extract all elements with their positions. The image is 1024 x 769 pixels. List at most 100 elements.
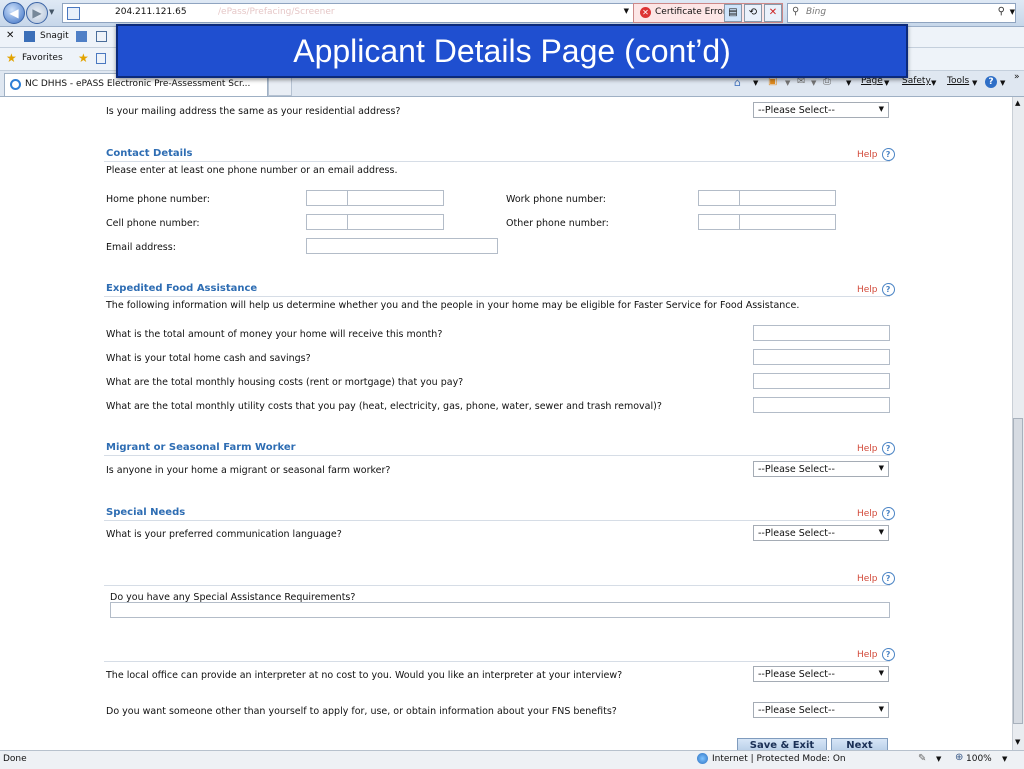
language-select[interactable]: --Please Select-- ▼ [753, 525, 889, 541]
history-dropdown-icon[interactable]: ▼ [49, 8, 54, 16]
fns-representative-question: Do you want someone other than yourself … [106, 706, 617, 717]
section-divider [104, 585, 890, 586]
section-divider [104, 161, 890, 162]
url-field[interactable]: 204.211.121.65 /ePass/Prefacing/Screener… [62, 3, 634, 23]
section-divider [104, 520, 890, 521]
interpreter-help-link[interactable]: Help? [857, 648, 895, 661]
scrollbar-thumb[interactable] [1013, 418, 1023, 724]
status-bar [0, 750, 1024, 769]
cell-phone-number-input[interactable] [347, 214, 444, 230]
snagit-options-icon[interactable] [96, 31, 107, 42]
chevron-down-icon: ▼ [878, 528, 884, 536]
favorites-button[interactable]: Favorites [22, 53, 63, 63]
home-phone-area-input[interactable] [306, 190, 348, 206]
utility-costs-input[interactable] [753, 397, 890, 413]
special-needs-help-link[interactable]: Help? [857, 507, 895, 520]
refresh-icon[interactable]: ⟲ [744, 4, 762, 22]
snagit-label[interactable]: Snagit [40, 31, 69, 41]
help-icon: ? [881, 442, 895, 455]
new-tab-button[interactable] [268, 75, 292, 96]
scroll-up-icon[interactable]: ▲ [1015, 99, 1020, 107]
forward-button[interactable]: ▶ [26, 2, 48, 24]
email-field[interactable] [306, 238, 498, 254]
search-dropdown-icon[interactable]: ▼ [1010, 8, 1015, 16]
protected-mode-dropdown-icon[interactable]: ▼ [936, 755, 941, 763]
tools-menu-arrow-icon: ▼ [972, 79, 978, 87]
home-phone-label: Home phone number: [106, 194, 210, 205]
help-menu-icon[interactable]: ? [985, 76, 997, 88]
section-divider [104, 455, 890, 456]
security-zone-text[interactable]: Internet | Protected Mode: On [712, 754, 846, 764]
monthly-income-question: What is the total amount of money your h… [106, 329, 443, 340]
back-button[interactable]: ◀ [3, 2, 25, 24]
compatibility-icon[interactable]: ▤ [724, 4, 742, 22]
help-icon: ? [881, 148, 895, 161]
migrant-worker-select[interactable]: --Please Select-- ▼ [753, 461, 889, 477]
page-icon [67, 7, 80, 20]
protected-mode-icon[interactable]: ✎ [918, 753, 926, 764]
home-dropdown-icon[interactable]: ▼ [753, 79, 758, 87]
search-input[interactable]: ⚲ Bing ⚲ ▼ [787, 3, 1016, 23]
scroll-down-icon[interactable]: ▼ [1015, 738, 1020, 746]
utility-costs-question: What are the total monthly utility costs… [106, 401, 662, 412]
help-icon: ? [881, 283, 895, 296]
help-icon: ? [881, 572, 895, 585]
print-dropdown-icon[interactable]: ▼ [846, 79, 851, 87]
interpreter-question: The local office can provide an interpre… [106, 670, 623, 681]
monthly-income-input[interactable] [753, 325, 890, 341]
zoom-level[interactable]: 100% [966, 754, 992, 764]
other-phone-area-input[interactable] [698, 214, 740, 230]
chevron-down-icon: ▼ [878, 705, 884, 713]
feeds-dropdown-icon[interactable]: ▼ [785, 79, 790, 87]
url-path-text: /ePass/Prefacing/Screener [218, 7, 335, 17]
mailing-same-select[interactable]: --Please Select-- ▼ [753, 102, 889, 118]
slide-title: Applicant Details Page (cont’d) [116, 24, 908, 78]
cell-phone-label: Cell phone number: [106, 218, 200, 229]
stop-icon[interactable]: ✕ [764, 4, 782, 22]
error-icon: ✕ [640, 7, 651, 18]
favorites-star-icon: ★ [6, 51, 17, 65]
interpreter-select[interactable]: --Please Select-- ▼ [753, 666, 889, 682]
certificate-error-label: Certificate Error [655, 7, 727, 17]
suggested-sites-icon[interactable] [96, 53, 106, 64]
add-favorite-icon[interactable]: ★ [78, 51, 89, 65]
home-phone-number-input[interactable] [347, 190, 444, 206]
close-toolbar-icon[interactable]: ✕ [6, 30, 14, 41]
email-label: Email address: [106, 242, 176, 253]
migrant-worker-heading: Migrant or Seasonal Farm Worker [106, 442, 296, 453]
chevron-more-icon[interactable]: » [1014, 72, 1020, 82]
ie-icon [10, 79, 21, 90]
other-phone-number-input[interactable] [739, 214, 836, 230]
help-menu-arrow-icon: ▼ [1000, 79, 1006, 87]
expedited-instruction: The following information will help us d… [106, 300, 800, 311]
snagit-icon [24, 31, 35, 42]
special-assistance-input[interactable] [110, 602, 890, 618]
search-placeholder: Bing [806, 7, 827, 17]
safety-menu-arrow-icon: ▼ [931, 79, 937, 87]
contact-help-link[interactable]: Help? [857, 148, 895, 161]
other-phone-label: Other phone number: [506, 218, 609, 229]
help-icon: ? [881, 507, 895, 520]
status-text: Done [3, 754, 27, 764]
work-phone-area-input[interactable] [698, 190, 740, 206]
tools-menu[interactable]: Tools [947, 76, 969, 86]
address-bar-row: ◀ ▶ ▼ 204.211.121.65 /ePass/Prefacing/Sc… [0, 0, 1024, 27]
cell-phone-area-input[interactable] [306, 214, 348, 230]
expedited-help-link[interactable]: Help? [857, 283, 895, 296]
cash-savings-question: What is your total home cash and savings… [106, 353, 311, 364]
url-text: 204.211.121.65 [115, 7, 187, 17]
mailing-same-question: Is your mailing address the same as your… [106, 106, 401, 117]
url-dropdown-icon[interactable]: ▼ [624, 7, 629, 15]
fns-representative-select[interactable]: --Please Select-- ▼ [753, 702, 889, 718]
migrant-help-link[interactable]: Help? [857, 442, 895, 455]
cash-savings-input[interactable] [753, 349, 890, 365]
search-icon[interactable]: ⚲ [998, 6, 1005, 17]
snagit-capture-icon[interactable] [76, 31, 87, 42]
contact-details-heading: Contact Details [106, 148, 193, 159]
work-phone-number-input[interactable] [739, 190, 836, 206]
mail-dropdown-icon[interactable]: ▼ [811, 79, 816, 87]
zoom-icon: ⊕ [955, 752, 964, 763]
zoom-dropdown-icon[interactable]: ▼ [1002, 755, 1007, 763]
housing-costs-input[interactable] [753, 373, 890, 389]
special-assistance-help-link[interactable]: Help? [857, 572, 895, 585]
